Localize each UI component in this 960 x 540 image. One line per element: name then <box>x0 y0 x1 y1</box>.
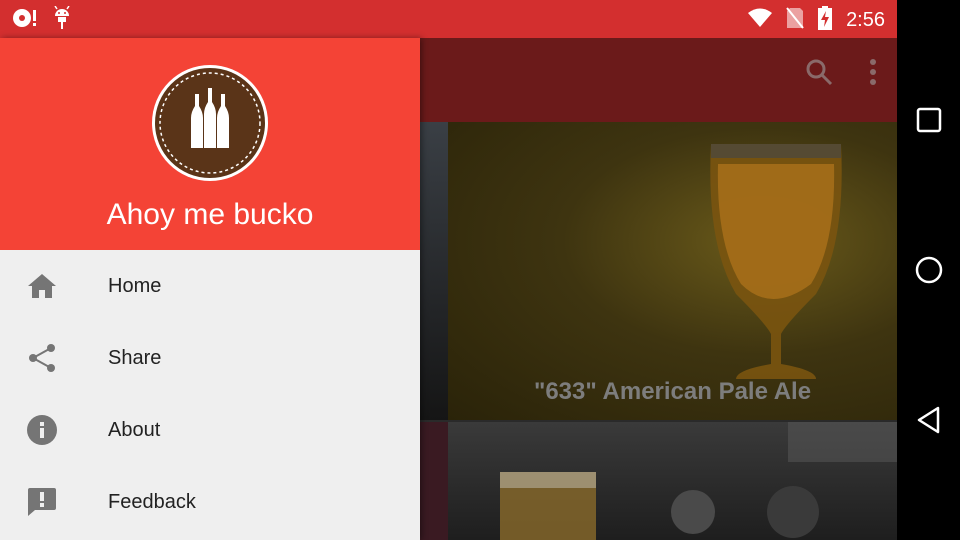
beer-card[interactable]: "633" American Pale Ale <box>448 122 897 420</box>
status-bar: 2:56 <box>0 0 897 38</box>
beerography-logo <box>151 64 269 182</box>
drawer-item-label: Feedback <box>108 490 196 513</box>
no-sim-icon <box>786 7 804 34</box>
drawer-item-about[interactable]: About <box>0 394 420 466</box>
beer-card[interactable] <box>448 422 897 540</box>
bar-image <box>500 422 897 540</box>
drawer-item-home[interactable]: Home <box>0 250 420 322</box>
drawer-header: Ahoy me bucko <box>0 38 420 250</box>
share-icon <box>26 342 58 374</box>
clock: 2:56 <box>846 9 885 31</box>
card-image-partial <box>420 122 448 420</box>
home-icon <box>26 270 58 302</box>
drawer-item-label: Share <box>108 346 162 369</box>
system-nav-bar <box>897 0 960 540</box>
back-icon[interactable] <box>913 404 945 436</box>
drawer-title: Ahoy me bucko <box>106 198 314 231</box>
card-image-partial <box>420 422 448 540</box>
info-icon <box>26 414 58 446</box>
feedback-icon <box>26 486 58 518</box>
drawer-item-label: Home <box>108 274 162 297</box>
search-icon[interactable] <box>805 58 833 91</box>
drawer-menu: Home Share About Feedback <box>0 250 420 538</box>
drawer-item-feedback[interactable]: Feedback <box>0 466 420 538</box>
beer-glass-image <box>710 144 842 379</box>
drawer-item-share[interactable]: Share <box>0 322 420 394</box>
navigation-drawer: Ahoy me bucko Home Share About Feedback <box>0 38 420 540</box>
more-vert-icon[interactable] <box>869 58 877 91</box>
drawer-item-label: About <box>108 418 161 441</box>
beer-card-title: "633" American Pale Ale <box>533 378 812 405</box>
home-circle-icon[interactable] <box>913 254 945 286</box>
notification-icon <box>12 7 38 34</box>
android-debug-icon <box>52 5 72 35</box>
battery-charging-icon <box>818 6 833 35</box>
wifi-icon <box>748 8 773 33</box>
recents-icon[interactable] <box>913 104 945 136</box>
